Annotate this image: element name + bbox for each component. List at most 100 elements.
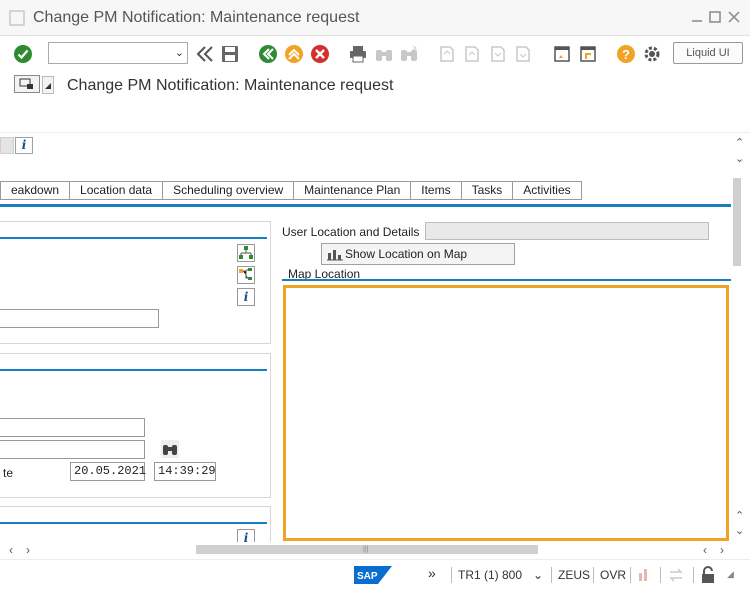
resize-grip-icon[interactable]: ◢ bbox=[727, 569, 734, 580]
cancel-button[interactable] bbox=[309, 43, 331, 65]
save-button[interactable] bbox=[219, 43, 241, 65]
gear-icon bbox=[644, 46, 660, 62]
sap-logo: SAP bbox=[354, 566, 392, 584]
scroll-left-icon[interactable]: ‹ bbox=[9, 543, 13, 557]
window-title: Change PM Notification: Maintenance requ… bbox=[33, 9, 360, 26]
info-icon: i bbox=[21, 138, 27, 152]
horizontal-scroll-thumb[interactable]: ||| bbox=[196, 545, 538, 554]
search-partner-button[interactable] bbox=[161, 440, 179, 458]
application-toolbar bbox=[0, 103, 750, 133]
header-field-fragment bbox=[0, 137, 14, 154]
transfer-icon bbox=[669, 568, 683, 582]
reference-object-panel: i bbox=[0, 221, 271, 344]
tab-activities[interactable]: Activities bbox=[513, 181, 582, 200]
scroll-down-icon[interactable]: ⌄ bbox=[735, 152, 744, 165]
info-icon: i bbox=[243, 290, 249, 304]
minimize-icon[interactable] bbox=[690, 10, 704, 24]
double-chevron-left-icon bbox=[196, 46, 213, 62]
previous-page-button[interactable] bbox=[461, 43, 483, 65]
scroll-down-icon[interactable]: ⌄ bbox=[735, 524, 744, 537]
find-next-button[interactable] bbox=[398, 43, 420, 65]
location-panel: i bbox=[0, 506, 271, 542]
status-divider bbox=[660, 567, 661, 583]
panel-title-line bbox=[0, 237, 267, 239]
help-button[interactable]: ? bbox=[615, 43, 637, 65]
print-button[interactable] bbox=[347, 43, 369, 65]
notification-date-field[interactable]: 20.05.2021 bbox=[70, 462, 146, 481]
window-titlebar: Change PM Notification: Maintenance requ… bbox=[0, 0, 750, 36]
checkmark-icon bbox=[14, 45, 32, 63]
tree-icon bbox=[239, 268, 252, 280]
first-page-icon bbox=[440, 46, 454, 62]
structure-display-button[interactable] bbox=[237, 244, 255, 262]
tab-strip: eakdown Location data Scheduling overvie… bbox=[0, 181, 582, 200]
create-session-button[interactable] bbox=[551, 43, 573, 65]
back-button[interactable] bbox=[257, 43, 279, 65]
standard-toolbar: ⌄ ? Liquid UI bbox=[0, 37, 750, 71]
find-button[interactable] bbox=[373, 43, 395, 65]
panel-title-line bbox=[0, 522, 267, 524]
lock-icon[interactable] bbox=[700, 566, 716, 584]
enter-button[interactable] bbox=[12, 43, 34, 65]
menu-dropdown-button[interactable] bbox=[42, 76, 54, 94]
server-name: ZEUS bbox=[558, 568, 591, 582]
structure-list-button[interactable] bbox=[237, 266, 255, 284]
system-info: TR1 (1) 800 bbox=[458, 568, 523, 582]
cancel-icon bbox=[311, 45, 329, 63]
menu-button[interactable] bbox=[14, 75, 40, 93]
scroll-up-icon[interactable]: ⌃ bbox=[735, 136, 744, 149]
first-page-button[interactable] bbox=[436, 43, 458, 65]
hierarchy-icon bbox=[239, 246, 253, 259]
scroll-right-icon[interactable]: › bbox=[720, 543, 724, 557]
next-page-button[interactable] bbox=[487, 43, 509, 65]
map-location-container[interactable] bbox=[283, 285, 729, 541]
liquid-ui-button[interactable]: Liquid UI bbox=[673, 42, 743, 64]
help-icon: ? bbox=[617, 45, 635, 63]
svg-text:?: ? bbox=[622, 47, 630, 62]
tab-maintenance-plan[interactable]: Maintenance Plan bbox=[294, 181, 412, 200]
tab-breakdown[interactable]: eakdown bbox=[0, 181, 71, 200]
tab-tasks[interactable]: Tasks bbox=[461, 181, 514, 200]
triangle-down-icon bbox=[45, 83, 51, 89]
printer-icon bbox=[350, 46, 366, 63]
command-field[interactable]: ⌄ bbox=[48, 42, 188, 64]
notification-time-field[interactable]: 14:39:29 bbox=[154, 462, 216, 481]
tab-items[interactable]: Items bbox=[411, 181, 462, 200]
shortcut-icon bbox=[580, 46, 596, 62]
tab-scheduling-overview[interactable]: Scheduling overview bbox=[163, 181, 295, 200]
scroll-left-icon[interactable]: ‹ bbox=[703, 543, 707, 557]
connection-icon bbox=[639, 569, 647, 581]
expand-toolbar-button[interactable] bbox=[194, 43, 216, 65]
status-divider bbox=[593, 567, 594, 583]
show-location-on-map-button[interactable]: Show Location on Map bbox=[321, 243, 515, 265]
close-icon[interactable] bbox=[727, 10, 741, 24]
scroll-right-icon[interactable]: › bbox=[26, 543, 30, 557]
scroll-up-icon[interactable]: ⌃ bbox=[735, 509, 744, 522]
vertical-scroll-thumb[interactable] bbox=[733, 178, 741, 266]
map-chart-icon bbox=[327, 250, 343, 261]
status-divider bbox=[551, 567, 552, 583]
binoculars-icon bbox=[163, 445, 177, 455]
notification-date-label: te bbox=[3, 466, 14, 480]
chevron-down-icon[interactable]: ⌄ bbox=[533, 568, 543, 582]
exit-button[interactable] bbox=[283, 43, 305, 65]
object-info-button[interactable]: i bbox=[237, 288, 255, 306]
maximize-icon[interactable] bbox=[708, 10, 722, 24]
show-location-on-map-label: Show Location on Map bbox=[345, 247, 468, 261]
chevron-down-icon[interactable]: ⌄ bbox=[175, 46, 184, 59]
reference-object-field[interactable] bbox=[0, 309, 159, 328]
header-info-button[interactable]: i bbox=[15, 137, 33, 154]
contact-field[interactable] bbox=[0, 440, 145, 459]
reported-by-field[interactable] bbox=[0, 418, 145, 437]
panel-title-line bbox=[0, 369, 267, 371]
double-chevron-right-icon[interactable]: » bbox=[428, 565, 436, 581]
status-divider bbox=[630, 567, 631, 583]
customize-layout-button[interactable] bbox=[641, 43, 663, 65]
tab-location-data[interactable]: Location data bbox=[70, 181, 164, 200]
last-page-button[interactable] bbox=[512, 43, 534, 65]
user-location-field[interactable] bbox=[425, 222, 709, 240]
generate-shortcut-button[interactable] bbox=[577, 43, 599, 65]
location-info-button[interactable]: i bbox=[237, 529, 255, 542]
main-content: i eakdown Location data Scheduling overv… bbox=[0, 134, 731, 542]
status-divider bbox=[693, 567, 694, 583]
